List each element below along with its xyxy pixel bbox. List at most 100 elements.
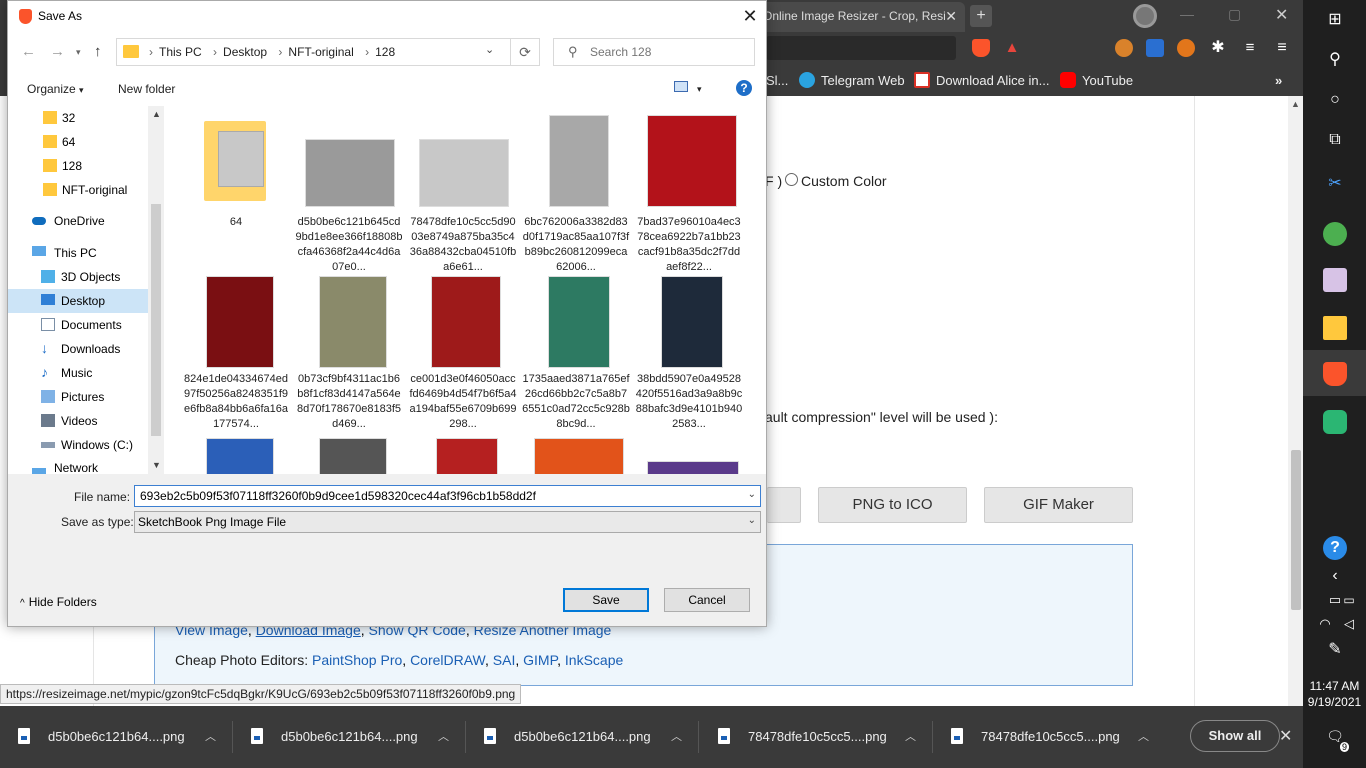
forward-arrow-icon[interactable]: → bbox=[50, 43, 65, 60]
nav-item-downloads[interactable]: ↓ Downloads bbox=[8, 337, 148, 361]
help-icon[interactable]: ? bbox=[1323, 536, 1347, 560]
chevron-up-icon[interactable]: ︿ bbox=[671, 721, 682, 753]
image-thumbnail[interactable] bbox=[319, 438, 387, 474]
nav-item-music[interactable]: ♪ Music bbox=[8, 361, 148, 385]
cancel-button[interactable]: Cancel bbox=[664, 588, 750, 612]
file-item[interactable]: 6bc762006a3382d83d0f1719ac85aa107f3fb89b… bbox=[522, 111, 630, 273]
extensions-puzzle-icon[interactable]: ✱ bbox=[1209, 39, 1227, 57]
editor-link[interactable]: SAI bbox=[493, 652, 516, 668]
file-item[interactable]: 38bdd5907e0a49528420f5516ad3a9a8b9c88baf… bbox=[635, 274, 743, 434]
hide-folders-button[interactable]: ^ Hide Folders bbox=[20, 595, 97, 609]
back-arrow-icon[interactable]: ← bbox=[21, 43, 36, 60]
chevron-up-icon[interactable]: ︿ bbox=[905, 721, 916, 753]
metamask-icon[interactable] bbox=[1177, 39, 1195, 57]
file-item[interactable]: 824e1de04334674ed97f50256a8248351f9e6fb8… bbox=[182, 274, 290, 434]
cortana-icon[interactable]: ○ bbox=[1323, 88, 1347, 112]
close-dialog-icon[interactable]: ✕ bbox=[738, 5, 762, 27]
nav-item-3d-objects[interactable]: 3D Objects bbox=[8, 265, 148, 289]
png-to-ico-button[interactable]: PNG to ICO bbox=[818, 487, 967, 523]
file-item[interactable]: 7bad37e96010a4ec378cea6922b7a1bb23cacf91… bbox=[635, 111, 743, 273]
brave-browser-icon[interactable] bbox=[1323, 362, 1347, 386]
system-clock[interactable]: 11:47 AM 9/19/2021 bbox=[1303, 678, 1366, 710]
bookmark-telegram[interactable]: Telegram Web bbox=[799, 72, 905, 90]
editor-link[interactable]: GIMP bbox=[523, 652, 557, 668]
file-name-value[interactable]: 693eb2c5b09f53f07118ff3260f0b9d9cee1d598… bbox=[140, 489, 536, 503]
profile-icon[interactable] bbox=[1133, 4, 1157, 28]
task-view-icon[interactable]: ⧉ bbox=[1323, 128, 1347, 152]
download-item[interactable]: 78478dfe10c5cc5....png ︿ bbox=[933, 721, 1158, 753]
breadcrumb-item[interactable]: 128 bbox=[375, 45, 395, 59]
gif-maker-button[interactable]: GIF Maker bbox=[984, 487, 1133, 523]
close-window-icon[interactable]: ✕ bbox=[1275, 5, 1288, 25]
file-item[interactable]: ce001d3e0f46050accfd6469b4d54f7b6f5a4a19… bbox=[409, 274, 517, 434]
menu-icon[interactable]: ≡ bbox=[1273, 39, 1291, 57]
close-shelf-icon[interactable]: ✕ bbox=[1279, 726, 1292, 746]
editor-link[interactable]: InkScape bbox=[565, 652, 623, 668]
nav-item-desktop[interactable]: Desktop bbox=[8, 289, 148, 313]
nav-item-videos[interactable]: Videos bbox=[8, 409, 148, 433]
volume-icon[interactable]: ◁ bbox=[1337, 612, 1361, 636]
image-thumbnail[interactable] bbox=[206, 438, 274, 474]
nav-scrollbar-thumb[interactable] bbox=[151, 204, 161, 436]
scroll-up-arrow[interactable]: ▲ bbox=[152, 109, 161, 119]
file-explorer-icon[interactable] bbox=[1323, 316, 1347, 340]
chevron-down-icon[interactable]: ⌄ bbox=[748, 489, 756, 500]
battery-icon[interactable]: ▭ bbox=[1337, 588, 1361, 612]
search-icon[interactable]: ⚲ bbox=[1323, 48, 1347, 72]
chevron-up-icon[interactable]: ︿ bbox=[205, 721, 216, 753]
app-green-icon[interactable] bbox=[1323, 410, 1347, 434]
address-bar[interactable] bbox=[766, 36, 956, 60]
nav-item-documents[interactable]: Documents bbox=[8, 313, 148, 337]
editor-link[interactable]: PaintShop Pro bbox=[312, 652, 402, 668]
extension-translate-icon[interactable] bbox=[1146, 39, 1164, 57]
app-game-icon[interactable] bbox=[1323, 222, 1347, 246]
image-thumbnail[interactable] bbox=[534, 438, 624, 474]
editor-link[interactable]: CorelDRAW bbox=[410, 652, 485, 668]
nav-item-128[interactable]: 128 bbox=[8, 154, 148, 178]
notification-icon[interactable]: 🗨 9 bbox=[1323, 728, 1349, 752]
refresh-button[interactable]: ⟳ bbox=[510, 38, 540, 66]
custom-color-radio[interactable] bbox=[785, 173, 798, 186]
wifi-icon[interactable]: ◠ bbox=[1313, 612, 1337, 636]
chevron-left-icon[interactable]: ‹ bbox=[1323, 564, 1347, 588]
file-item[interactable]: 78478dfe10c5cc5d9003e8749a875ba35c436a88… bbox=[409, 111, 517, 273]
app-scissors-icon[interactable]: ✂ bbox=[1323, 172, 1347, 196]
file-item[interactable]: 1735aaed3871a765ef26cd66bb2c7c5a8b76551c… bbox=[522, 274, 630, 434]
file-item[interactable]: 0b73cf9bf4311ac1b6b8f1cf83d4147a564e8d70… bbox=[295, 274, 403, 434]
browser-tab[interactable]: Online Image Resizer - Crop, Resi ✕ bbox=[755, 2, 965, 32]
new-tab-button[interactable]: + bbox=[970, 5, 992, 27]
download-item[interactable]: d5b0be6c121b64....png ︿ bbox=[466, 721, 699, 753]
organize-button[interactable]: Organize ▾ bbox=[27, 82, 84, 96]
save-as-type-select[interactable]: SketchBook Png Image File ⌄ bbox=[134, 511, 761, 533]
scroll-up-arrow[interactable]: ▲ bbox=[1291, 99, 1300, 109]
app-avatar-icon[interactable] bbox=[1323, 268, 1347, 292]
hidden-tool-button[interactable] bbox=[767, 487, 801, 523]
nav-item-nft-original[interactable]: NFT-original bbox=[8, 178, 148, 202]
download-item[interactable]: 78478dfe10c5cc5....png ︿ bbox=[700, 721, 933, 753]
download-item[interactable]: d5b0be6c121b64....png ︿ bbox=[0, 721, 233, 753]
nav-item-64[interactable]: 64 bbox=[8, 130, 148, 154]
nav-item-32[interactable]: 32 bbox=[8, 106, 148, 130]
scroll-down-arrow[interactable]: ▼ bbox=[152, 460, 161, 470]
page-scrollbar-thumb[interactable] bbox=[1291, 450, 1301, 610]
help-button[interactable]: ? bbox=[736, 80, 752, 96]
pen-icon[interactable]: ✎ bbox=[1323, 638, 1347, 662]
minimize-window-icon[interactable]: — bbox=[1180, 6, 1194, 22]
maximize-window-icon[interactable]: ▢ bbox=[1228, 6, 1241, 23]
nav-item-onedrive[interactable]: OneDrive bbox=[8, 209, 148, 233]
breadcrumb[interactable]: › This PC › Desktop › NFT-original › 128 ⌄ bbox=[116, 38, 514, 66]
nav-item-windows-c[interactable]: Windows (C:) bbox=[8, 433, 148, 457]
nav-item-network[interactable]: Network bbox=[8, 463, 148, 474]
breadcrumb-item[interactable]: Desktop bbox=[223, 45, 267, 59]
nav-item-this-pc[interactable]: This PC bbox=[8, 241, 148, 265]
extension-cookie-icon[interactable] bbox=[1115, 39, 1133, 57]
save-button[interactable]: Save bbox=[563, 588, 649, 612]
view-options-icon[interactable] bbox=[674, 81, 688, 92]
view-dropdown-icon[interactable]: ▾ bbox=[697, 84, 702, 95]
nav-item-pictures[interactable]: Pictures bbox=[8, 385, 148, 409]
file-item[interactable]: d5b0be6c121b645cd9bd1e8ee366f18808bcfa46… bbox=[295, 111, 403, 273]
bookmarks-overflow-icon[interactable]: » bbox=[1275, 72, 1282, 90]
chevron-up-icon[interactable]: ︿ bbox=[438, 721, 449, 753]
search-field[interactable] bbox=[590, 43, 740, 61]
chevron-down-icon[interactable]: ⌄ bbox=[748, 515, 756, 526]
